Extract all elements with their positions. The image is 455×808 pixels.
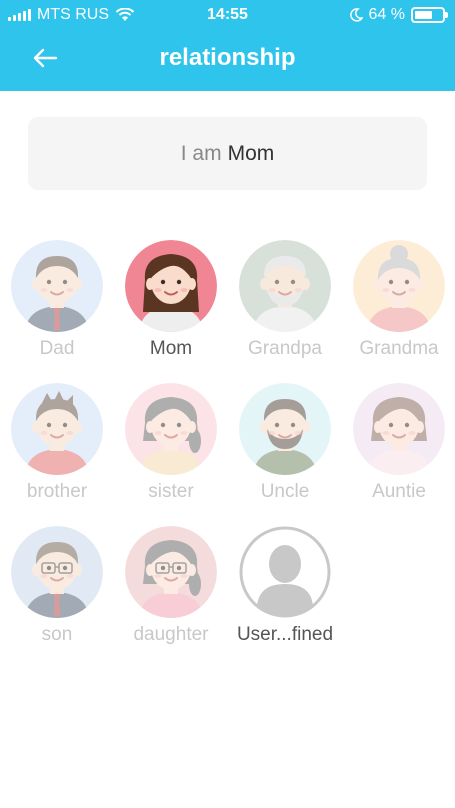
mom-avatar-icon <box>125 240 217 332</box>
relation-label: Grandma <box>359 338 439 359</box>
moon-icon <box>349 8 363 22</box>
auntie-avatar-icon <box>353 383 445 475</box>
user-silhouette-icon <box>239 526 331 618</box>
relation-label: Auntie <box>372 481 426 502</box>
relation-label: brother <box>26 481 88 502</box>
relation-label: Uncle <box>260 481 310 502</box>
dad-avatar-icon <box>11 240 103 332</box>
relation-label: sister <box>148 481 194 502</box>
relation-son[interactable]: son <box>0 526 114 656</box>
relation-auntie[interactable]: Auntie <box>342 383 455 513</box>
relation-label: Mom <box>149 338 193 359</box>
relation-label: Dad <box>39 338 75 359</box>
grandma-avatar-icon <box>353 240 445 332</box>
battery-icon <box>411 7 448 23</box>
iam-prefix: I am <box>180 141 222 165</box>
uncle-avatar-icon <box>239 383 331 475</box>
relation-uncle[interactable]: Uncle <box>228 383 342 513</box>
sister-avatar-icon <box>125 383 217 475</box>
battery-percent: 64 % <box>368 6 405 23</box>
current-relationship-field[interactable]: I am Mom <box>28 117 427 190</box>
iam-value: Mom <box>227 141 275 165</box>
relation-mom[interactable]: Mom <box>114 240 228 370</box>
relation-daughter[interactable]: daughter <box>114 526 228 656</box>
app-header: MTS RUS 14:55 64 % relationship <box>0 0 455 91</box>
relation-grandpa[interactable]: Grandpa <box>228 240 342 370</box>
relation-user-defined[interactable]: User...fined <box>228 526 342 656</box>
status-bar: MTS RUS 14:55 64 % <box>0 0 455 30</box>
brother-avatar-icon <box>11 383 103 475</box>
relation-label: son <box>41 624 73 645</box>
page-title: relationship <box>159 44 296 71</box>
relation-sister[interactable]: sister <box>114 383 228 513</box>
relation-label: daughter <box>133 624 209 645</box>
relation-grandma[interactable]: Grandma <box>342 240 455 370</box>
relation-label: Grandpa <box>248 338 322 359</box>
relation-dad[interactable]: Dad <box>0 240 114 370</box>
relation-brother[interactable]: brother <box>0 383 114 513</box>
relation-label: User...fined <box>236 624 334 645</box>
daughter-avatar-icon <box>125 526 217 618</box>
son-avatar-icon <box>11 526 103 618</box>
grandpa-avatar-icon <box>239 240 331 332</box>
